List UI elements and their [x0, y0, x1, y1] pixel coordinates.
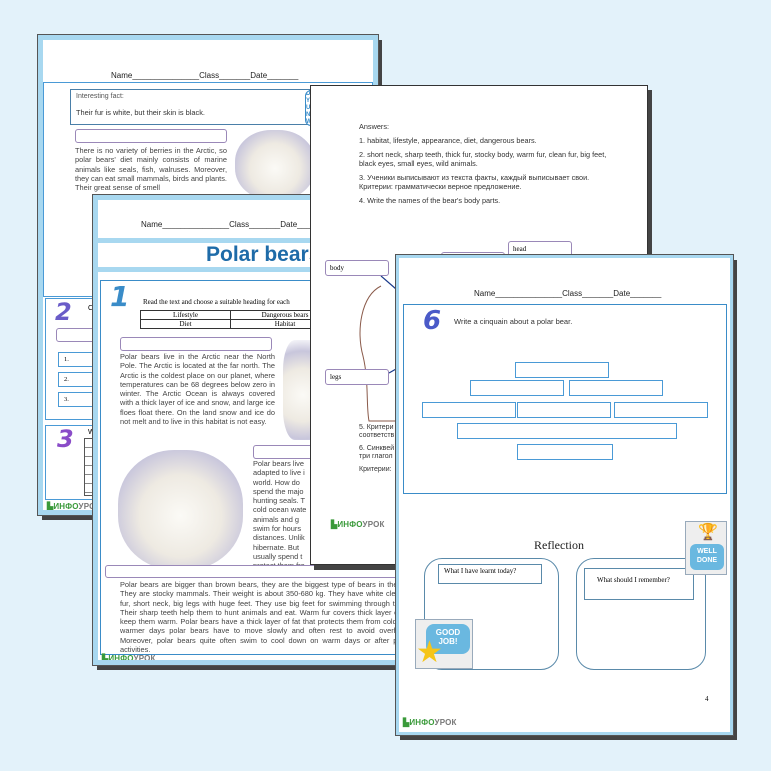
- question-remember: What should I remember?: [584, 568, 694, 600]
- task6-number: 6: [423, 306, 442, 336]
- fact-text: Their fur is white, but their skin is bl…: [76, 108, 205, 117]
- cinquain-line-1[interactable]: [515, 362, 609, 378]
- answer-item: 3. Ученики выписывают из текста факты, к…: [359, 173, 590, 191]
- lifestyle-line: hibernate. But: [253, 542, 300, 552]
- answer-item: 5. Критери: [359, 424, 394, 431]
- name-label: Name: [141, 220, 163, 229]
- lifestyle-line: world. How do: [253, 477, 300, 487]
- class-label: Class: [229, 220, 250, 229]
- task1-number: 1: [110, 280, 130, 313]
- name-label: Name: [111, 71, 133, 80]
- question-text: What I have learnt today?: [444, 567, 517, 575]
- heading-box-lifestyle[interactable]: [253, 445, 313, 459]
- polar-bear-image: [235, 130, 315, 200]
- lifestyle-line: animals and g: [253, 514, 300, 524]
- label-body[interactable]: body: [325, 260, 389, 276]
- heading-box-appearance[interactable]: [105, 565, 407, 578]
- answers-title: Answers:: [359, 122, 390, 131]
- fact-label: Interesting fact:: [76, 93, 124, 100]
- answer-item: три глагол: [359, 453, 393, 460]
- name-label: Name: [474, 289, 496, 298]
- answers-5-6: 5. Критери соответств 6. Синквей три гла…: [359, 424, 394, 474]
- task1-instruction: Read the text and choose a suitable head…: [143, 298, 290, 306]
- lifestyle-line: hunting seals. T: [253, 496, 306, 506]
- answer-item: соответств: [359, 432, 395, 439]
- trophy-icon: 🏆: [698, 524, 718, 541]
- answers-list: Answers: 1. habitat, lifestyle, appearan…: [359, 122, 619, 210]
- date-label: Date: [280, 220, 298, 229]
- reflection-title: Reflection: [534, 538, 584, 552]
- answer-item: 6. Синквей: [359, 445, 395, 452]
- cinquain-line-2a[interactable]: [470, 380, 564, 396]
- item-number: 1.: [64, 356, 69, 363]
- habitat-text: Polar bears live in the Arctic near the …: [120, 352, 275, 427]
- cinquain-line-5[interactable]: [517, 444, 613, 460]
- page-number: 4: [705, 695, 709, 703]
- fact-box: Interesting fact: Their fur is white, bu…: [70, 89, 310, 125]
- lifestyle-line: cold ocean wate: [253, 505, 307, 515]
- date-label: Date: [250, 71, 268, 80]
- cinquain-line-3c[interactable]: [614, 402, 708, 418]
- heading-option: Lifestyle: [140, 310, 231, 320]
- lifestyle-line: distances. Unlik: [253, 533, 305, 543]
- answer-item: 4. Write the names of the bear's body pa…: [359, 196, 501, 205]
- task6-instruction: Write a cinquain about a polar bear.: [454, 317, 573, 326]
- question-text: What should I remember?: [597, 576, 670, 584]
- diet-text: There is no variety of berries in the Ar…: [75, 146, 227, 193]
- question-learnt: What I have learnt today?: [438, 564, 542, 584]
- infourok-logo: ▙ИНФОУРОК: [331, 520, 385, 529]
- name-class-date-line: Name_______________Class_______Date_____…: [474, 289, 662, 298]
- heading-box-diet[interactable]: [75, 129, 227, 143]
- lifestyle-line: usually spend t: [253, 551, 303, 561]
- heading-box-habitat[interactable]: [120, 337, 272, 351]
- class-label: Class: [199, 71, 220, 80]
- item-number: 3.: [64, 396, 69, 403]
- task2-number: 2: [55, 298, 72, 326]
- lifestyle-line: Polar bears live: [253, 459, 304, 468]
- infourok-logo: ▙ИНФОУРОК: [403, 718, 457, 727]
- answer-item: Критерии:: [359, 466, 392, 473]
- label-text: legs: [330, 373, 342, 381]
- bear-outline-drawing: [359, 275, 397, 422]
- task6-frame: [403, 304, 727, 494]
- appearance-text: Polar bears are bigger than brown bears,…: [120, 580, 412, 654]
- item-number: 2.: [64, 376, 69, 383]
- name-class-date-line: Name_______________Class_______Date_____…: [111, 71, 299, 80]
- well-done-sticker: 🏆 WELL DONE: [685, 521, 727, 575]
- label-text: body: [330, 264, 344, 272]
- page-title: Polar bears: [206, 243, 321, 266]
- class-label: Class: [562, 289, 583, 298]
- lifestyle-text: Polar bears live adapted to live i world. …: [253, 459, 313, 571]
- cinquain-line-3b[interactable]: [517, 402, 611, 418]
- lifestyle-line: spend the majo: [253, 486, 304, 496]
- polar-bear-image: [118, 450, 243, 570]
- date-label: Date: [613, 289, 631, 298]
- good-job-sticker: GOOD JOB! ★: [415, 619, 473, 669]
- worksheet-page-front: Name_______________Class_______Date_____…: [395, 254, 734, 736]
- star-icon: ★: [416, 636, 443, 669]
- heading-option: Diet: [140, 319, 231, 329]
- infourok-logo: ▙ИНФОУРОК: [102, 654, 156, 663]
- answer-item: 2. short neck, sharp teeth, thick fur, s…: [359, 150, 607, 168]
- lifestyle-line: swim for hours: [253, 524, 302, 534]
- answer-item: 1. habitat, lifestyle, appearance, diet,…: [359, 136, 537, 145]
- cinquain-line-4[interactable]: [457, 423, 677, 439]
- task3-number: 3: [57, 425, 74, 453]
- well-done-text: WELL DONE: [690, 544, 724, 570]
- name-class-date-line: Name_______________Class_______Date_____…: [141, 220, 328, 229]
- label-legs[interactable]: legs: [325, 369, 389, 385]
- cinquain-line-2b[interactable]: [569, 380, 663, 396]
- label-text: head: [513, 245, 527, 253]
- lifestyle-line: adapted to live i: [253, 468, 305, 478]
- cinquain-line-3a[interactable]: [422, 402, 516, 418]
